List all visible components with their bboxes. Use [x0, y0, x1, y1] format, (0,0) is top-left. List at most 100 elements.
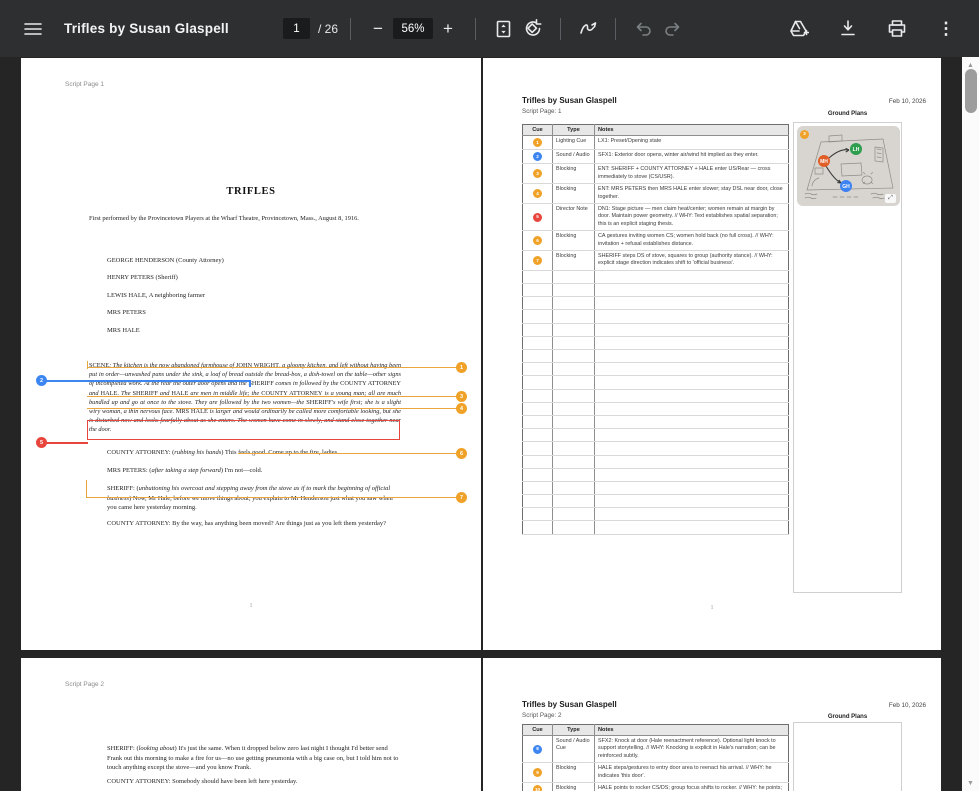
- cue-notes: SFX2: Knock at door (Hale reenactment re…: [595, 736, 789, 763]
- ground-plan-cue-badge[interactable]: 3: [800, 130, 809, 139]
- scroll-down-arrow[interactable]: ▼: [962, 776, 979, 790]
- cue-table: CueTypeNotes 8 Sound / Audio CueSFX2: Knoc…: [522, 724, 789, 791]
- cast-member: LEWIS HALE, A neighboring farmer: [107, 292, 407, 309]
- empty-cue-row: [523, 323, 789, 336]
- annotation-marker-6[interactable]: 6: [456, 448, 467, 459]
- cue-notes: SHERIFF steps DS of stove, squares to gr…: [595, 251, 789, 271]
- cue-number-badge[interactable]: 1: [533, 138, 542, 147]
- ground-plan-label-gh: GH: [842, 184, 850, 190]
- empty-cue-row: [523, 336, 789, 349]
- cue-row: 4BlockingENT: MRS PETERS then MRS HALE e…: [523, 184, 789, 204]
- zoom-level-value[interactable]: 56%: [393, 18, 433, 39]
- play-intro: First performed by the Provincetown Play…: [89, 214, 401, 223]
- page-total-label: / 26: [318, 22, 338, 36]
- script-page-1: Script Page 1 TRIFLES First performed by…: [21, 58, 481, 650]
- rotate-icon[interactable]: [518, 14, 548, 44]
- cue-sheet-subtitle: Script Page: 1: [522, 108, 562, 115]
- cue-sheet-title: Trifles by Susan Glaspell: [522, 96, 617, 105]
- cue-row: 5Director NoteDN1: Stage picture — men c…: [523, 204, 789, 231]
- column-header: Notes: [595, 725, 789, 736]
- cast-member: HENRY PETERS (Sheriff): [107, 274, 407, 291]
- expand-icon[interactable]: ⤢: [885, 194, 896, 203]
- cue-notes: LX1: Preset/Opening state: [595, 136, 789, 150]
- empty-cue-row: [523, 508, 789, 521]
- fit-to-page-icon[interactable]: [488, 14, 518, 44]
- print-icon[interactable]: [882, 14, 912, 44]
- add-to-drive-icon[interactable]: [784, 14, 814, 44]
- cue-number-badge[interactable]: 5: [533, 213, 542, 222]
- script-page-2: Script Page 2 SHERIFF: (looking about) I…: [21, 658, 481, 791]
- cue-number-badge[interactable]: 6: [533, 236, 542, 245]
- cue-row: 1Lighting CueLX1: Preset/Opening state: [523, 136, 789, 150]
- empty-cue-row: [523, 350, 789, 363]
- column-header: Notes: [595, 125, 789, 136]
- annotation-underline-4: [87, 408, 458, 409]
- cue-type: Sound / Audio: [553, 150, 595, 164]
- cue-table-header: CueTypeNotes: [523, 125, 789, 136]
- zoom-in-button[interactable]: +: [433, 14, 463, 44]
- ground-plans-panel: MH LH GH 3 ⤢: [793, 122, 902, 593]
- cue-number-badge[interactable]: 7: [533, 256, 542, 265]
- empty-cue-row: [523, 442, 789, 455]
- vertical-scrollbar[interactable]: ▲ ▼: [962, 57, 979, 791]
- empty-cue-row: [523, 415, 789, 428]
- cue-sheet-page-number: 1: [483, 605, 941, 611]
- cue-sheet-page-1: Trifles by Susan Glaspell Feb 10, 2026 S…: [483, 58, 941, 650]
- annotation-underline-7: [87, 497, 458, 498]
- annotate-pen-icon[interactable]: [573, 14, 603, 44]
- ground-plan-sketch[interactable]: MH LH GH 3 ⤢: [797, 126, 900, 206]
- annotation-marker-1[interactable]: 1: [456, 362, 467, 373]
- empty-cue-row: [523, 376, 789, 389]
- pdf-viewer-toolbar: Trifles by Susan Glaspell 1 / 26 − 56% +: [0, 0, 979, 57]
- cue-row: 9BlockingHALE steps/gestures to entry do…: [523, 763, 789, 783]
- download-icon[interactable]: [833, 14, 863, 44]
- scrollbar-thumb[interactable]: [965, 69, 977, 113]
- script-page-header: Script Page 1: [65, 81, 104, 88]
- cue-number-badge[interactable]: 4: [533, 189, 542, 198]
- redo-icon[interactable]: [658, 14, 688, 44]
- annotation-marker-7[interactable]: 7: [456, 492, 467, 503]
- cue-number-badge[interactable]: 3: [533, 169, 542, 178]
- empty-cue-row: [523, 468, 789, 481]
- annotation-marker-2[interactable]: 2: [36, 375, 47, 386]
- annotation-tick: [249, 380, 251, 387]
- cue-sheet-title: Trifles by Susan Glaspell: [522, 700, 617, 709]
- empty-cue-row: [523, 495, 789, 508]
- cue-table: CueTypeNotes1Lighting CueLX1: Preset/Ope…: [522, 124, 789, 535]
- empty-cue-row: [523, 363, 789, 376]
- annotation-marker-3[interactable]: 3: [456, 391, 467, 402]
- cue-notes: ENT: SHERIFF + COUNTY ATTORNEY + HALE en…: [595, 164, 789, 184]
- cue-notes: HALE steps/gestures to entry door area t…: [595, 763, 789, 783]
- page-number-input[interactable]: 1: [283, 18, 310, 39]
- annotation-marker-5[interactable]: 5: [36, 437, 47, 448]
- more-options-icon[interactable]: ⋮: [931, 14, 961, 44]
- empty-cue-row: [523, 521, 789, 534]
- annotation-underline-6: [238, 453, 458, 454]
- cue-type: Blocking: [553, 231, 595, 251]
- empty-cue-row: [523, 455, 789, 468]
- undo-icon[interactable]: [628, 14, 658, 44]
- cue-number-badge[interactable]: 2: [533, 152, 542, 161]
- cue-number-badge[interactable]: 10: [533, 785, 542, 791]
- cue-number-badge[interactable]: 8: [533, 745, 542, 754]
- column-header: Type: [553, 725, 595, 736]
- cue-type: Sound / Audio Cue: [553, 736, 595, 763]
- annotation-box-5: [87, 420, 400, 440]
- cue-number-badge[interactable]: 9: [533, 768, 542, 777]
- cue-sheet-date: Feb 10, 2026: [889, 98, 926, 105]
- column-header: Cue: [523, 725, 553, 736]
- cue-row: 10BlockingHALE points to rocker CS/DS; g…: [523, 783, 789, 791]
- menu-hamburger-icon[interactable]: [18, 14, 48, 44]
- annotation-underline-3: [87, 396, 458, 397]
- ground-plan-label-lh: LH: [853, 147, 860, 153]
- empty-cue-row: [523, 270, 789, 283]
- cue-sheet-page-2: Trifles by Susan Glaspell Feb 10, 2026 S…: [483, 658, 941, 791]
- dialogue-paragraph: MRS PETERS: (after taking a step forward…: [107, 466, 403, 476]
- empty-cue-row: [523, 297, 789, 310]
- zoom-out-button[interactable]: −: [363, 14, 393, 44]
- ground-plan-label-mh: MH: [820, 159, 828, 165]
- dialogue-paragraph: SHERIFF: (unbuttoning his overcoat and s…: [107, 484, 403, 513]
- annotation-marker-4[interactable]: 4: [456, 403, 467, 414]
- document-canvas: Script Page 1 TRIFLES First performed by…: [0, 57, 962, 791]
- script-page-header: Script Page 2: [65, 681, 104, 688]
